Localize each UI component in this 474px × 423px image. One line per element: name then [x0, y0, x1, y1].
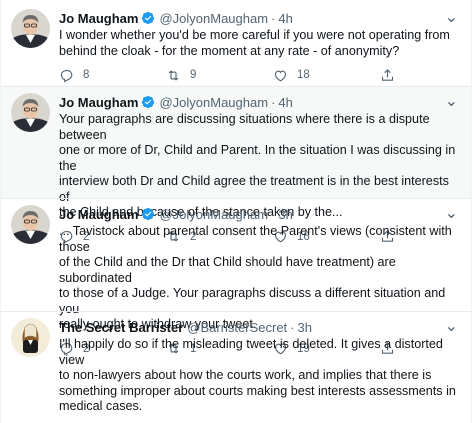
tweet-text: I'll happily do so if the misleading twe…	[59, 337, 456, 413]
display-name[interactable]: Jo Maugham	[59, 11, 138, 26]
avatar[interactable]	[11, 93, 50, 132]
separator-dot: ·	[271, 10, 276, 26]
retweet-icon	[168, 69, 179, 81]
tweet-content: Jo Maugham @JolyonMaugham · 4h ⌄ I wonde…	[59, 9, 459, 83]
retweet-button[interactable]: 9	[166, 68, 273, 83]
timestamp[interactable]: 4h	[278, 95, 292, 110]
avatar[interactable]	[11, 318, 50, 357]
tweet-4[interactable]: The Secret Barrister @BarristerSecret · …	[1, 318, 471, 423]
display-name[interactable]: Jo Maugham	[59, 95, 138, 110]
tweet-text: I wonder whether you'd be more careful i…	[59, 28, 450, 58]
action-bar: 8 9 18	[59, 67, 459, 83]
timestamp[interactable]: 3h	[298, 320, 312, 335]
retweet-count: 9	[190, 69, 197, 81]
tweet-header: Jo Maugham @JolyonMaugham · 4h ⌄	[59, 9, 459, 27]
tweet-header: Jo Maugham @JolyonMaugham · 3h ⌄	[59, 205, 459, 223]
user-handle[interactable]: @JolyonMaugham	[159, 95, 268, 110]
reply-count: 8	[83, 69, 90, 81]
more-caret-icon[interactable]: ⌄	[445, 10, 459, 26]
tweet-2[interactable]: Jo Maugham @JolyonMaugham · 4h ⌄ Your pa…	[1, 87, 471, 244]
verified-badge-icon	[142, 207, 155, 221]
verified-badge-icon	[142, 11, 155, 25]
tweet-divider	[1, 311, 471, 312]
tweet-divider	[1, 198, 471, 199]
secret-barrister-avatar-icon	[11, 318, 50, 357]
more-caret-icon[interactable]: ⌄	[445, 206, 459, 222]
like-button[interactable]: 18	[273, 68, 380, 83]
avatar[interactable]	[11, 9, 50, 48]
reply-icon	[60, 69, 73, 82]
jo-maugham-avatar-icon	[11, 205, 50, 244]
avatar[interactable]	[11, 205, 50, 244]
share-icon	[381, 68, 394, 81]
tweet-header: The Secret Barrister @BarristerSecret · …	[59, 318, 459, 336]
verified-badge-icon	[142, 95, 155, 109]
user-handle[interactable]: @JolyonMaugham	[159, 11, 268, 26]
separator-dot: ·	[271, 94, 276, 110]
like-count: 18	[297, 69, 310, 81]
jo-maugham-avatar-icon	[11, 93, 50, 132]
display-name[interactable]: Jo Maugham	[59, 207, 138, 222]
reply-button[interactable]: 8	[59, 68, 166, 83]
more-caret-icon[interactable]: ⌄	[445, 319, 459, 335]
tweet-3[interactable]: Jo Maugham @JolyonMaugham · 3h ⌄ ... Tav…	[1, 205, 471, 356]
timestamp[interactable]: 3h	[278, 207, 292, 222]
share-button[interactable]	[380, 68, 404, 83]
tweet-header: Jo Maugham @JolyonMaugham · 4h ⌄	[59, 93, 459, 111]
separator-dot: ·	[290, 319, 295, 335]
separator-dot: ·	[271, 206, 276, 222]
tweet-1[interactable]: Jo Maugham @JolyonMaugham · 4h ⌄ I wonde…	[1, 9, 471, 83]
tweet-text: ... Tavistock about parental consent the…	[59, 224, 452, 331]
like-icon	[274, 70, 287, 81]
timestamp[interactable]: 4h	[278, 11, 292, 26]
more-caret-icon[interactable]: ⌄	[445, 94, 459, 110]
tweet-content: The Secret Barrister @BarristerSecret · …	[59, 318, 459, 423]
user-handle[interactable]: @BarristerSecret	[187, 320, 287, 335]
jo-maugham-avatar-icon	[11, 9, 50, 48]
display-name[interactable]: The Secret Barrister	[59, 320, 183, 335]
user-handle[interactable]: @JolyonMaugham	[159, 207, 268, 222]
tweet-thread: Jo Maugham @JolyonMaugham · 4h ⌄ I wonde…	[0, 0, 472, 423]
